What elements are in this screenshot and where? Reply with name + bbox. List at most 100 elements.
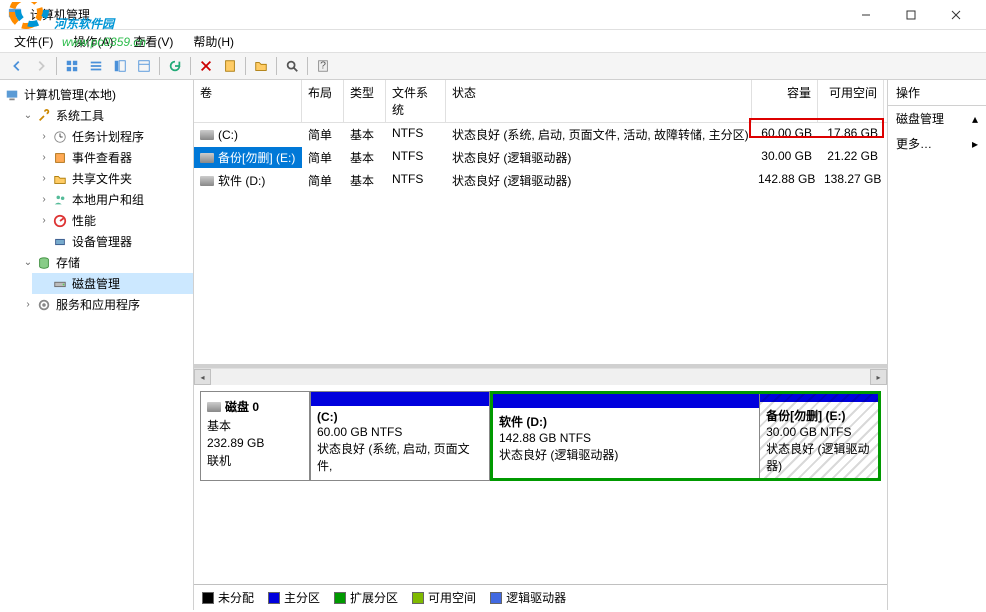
drive-icon <box>200 176 214 186</box>
tool-refresh[interactable] <box>164 55 186 77</box>
diskmgmt-icon <box>52 276 68 292</box>
tree-shared-folders[interactable]: ›共享文件夹 <box>32 168 193 189</box>
col-free[interactable]: 可用空间 <box>818 80 884 122</box>
computer-icon <box>4 87 20 103</box>
expand-toggle[interactable]: › <box>36 192 52 208</box>
disk-icon <box>207 402 221 412</box>
partition-status: 状态良好 (逻辑驱动器) <box>499 446 753 463</box>
volume-row[interactable]: (C:)简单基本NTFS状态良好 (系统, 启动, 页面文件, 活动, 故障转储… <box>194 123 887 146</box>
tree-services[interactable]: ›服务和应用程序 <box>16 294 193 315</box>
tree-event-viewer[interactable]: ›事件查看器 <box>32 147 193 168</box>
col-status[interactable]: 状态 <box>446 80 752 122</box>
tree-storage[interactable]: ⌄ 存储 <box>16 252 193 273</box>
partition-title: 软件 (D:) <box>499 413 753 430</box>
clock-icon <box>52 129 68 145</box>
tree-task-scheduler[interactable]: ›任务计划程序 <box>32 126 193 147</box>
col-capacity[interactable]: 容量 <box>752 80 818 122</box>
menu-view[interactable]: 查看(V) <box>127 31 179 52</box>
legend-logical: 逻辑驱动器 <box>490 589 566 606</box>
actions-more[interactable]: 更多…▸ <box>888 131 986 156</box>
volume-fs: NTFS <box>386 170 446 191</box>
drive-icon <box>200 130 214 140</box>
partition-c[interactable]: (C:) 60.00 GB NTFS 状态良好 (系统, 启动, 页面文件, <box>311 406 489 480</box>
tool-delete[interactable] <box>195 55 217 77</box>
actions-diskmgmt[interactable]: 磁盘管理▴ <box>888 106 986 131</box>
partition-size: 142.88 GB NTFS <box>499 431 753 445</box>
volume-row[interactable]: 软件 (D:)简单基本NTFS状态良好 (逻辑驱动器)142.88 GB138.… <box>194 169 887 192</box>
legend: 未分配 主分区 扩展分区 可用空间 逻辑驱动器 <box>194 584 887 610</box>
expand-toggle[interactable]: › <box>36 129 52 145</box>
toolbar: ? <box>0 52 986 80</box>
tool-view3[interactable] <box>109 55 131 77</box>
tree-disk-management[interactable]: ›磁盘管理 <box>32 273 193 294</box>
storage-icon <box>36 255 52 271</box>
expand-toggle[interactable]: › <box>36 171 52 187</box>
tool-open[interactable] <box>250 55 272 77</box>
tools-icon <box>36 108 52 124</box>
minimize-button[interactable] <box>843 0 888 29</box>
tool-view2[interactable] <box>85 55 107 77</box>
volume-layout: 简单 <box>302 147 344 168</box>
app-icon <box>8 7 24 23</box>
device-icon <box>52 234 68 250</box>
col-fs[interactable]: 文件系统 <box>386 80 446 122</box>
maximize-button[interactable] <box>888 0 933 29</box>
volume-list-header: 卷 布局 类型 文件系统 状态 容量 可用空间 <box>194 80 887 123</box>
tool-properties[interactable] <box>219 55 241 77</box>
col-volume[interactable]: 卷 <box>194 80 302 122</box>
tree-local-users[interactable]: ›本地用户和组 <box>32 189 193 210</box>
volume-type: 基本 <box>344 147 386 168</box>
tool-help[interactable]: ? <box>312 55 334 77</box>
scroll-track[interactable] <box>211 369 870 385</box>
titlebar: 计算机管理 <box>0 0 986 30</box>
legend-unallocated: 未分配 <box>202 589 254 606</box>
back-button[interactable] <box>6 55 28 77</box>
tool-view4[interactable] <box>133 55 155 77</box>
volume-name: 软件 (D:) <box>218 172 265 189</box>
menu-help[interactable]: 帮助(H) <box>187 31 240 52</box>
tree-root[interactable]: 计算机管理(本地) <box>0 84 193 105</box>
disk-size: 232.89 GB <box>207 436 303 450</box>
volume-status: 状态良好 (系统, 启动, 页面文件, 活动, 故障转储, 主分区) <box>446 124 752 145</box>
users-icon <box>52 192 68 208</box>
disk-row[interactable]: 磁盘 0 基本 232.89 GB 联机 (C:) 60.00 GB NTFS … <box>200 391 881 481</box>
volume-row[interactable]: 备份[勿删] (E:)简单基本NTFS状态良好 (逻辑驱动器)30.00 GB2… <box>194 146 887 169</box>
tree-performance[interactable]: ›性能 <box>32 210 193 231</box>
tree-system-tools[interactable]: ⌄ 系统工具 <box>16 105 193 126</box>
volume-free: 138.27 GB <box>818 170 884 191</box>
partition-d[interactable]: 软件 (D:) 142.88 GB NTFS 状态良好 (逻辑驱动器) <box>493 394 760 478</box>
menubar: 文件(F) 操作(A) 查看(V) 帮助(H) <box>0 30 986 52</box>
collapse-toggle[interactable]: ⌄ <box>20 108 36 124</box>
close-button[interactable] <box>933 0 978 29</box>
scroll-left-button[interactable]: ◂ <box>194 369 211 385</box>
disk-graphic-panel[interactable]: 磁盘 0 基本 232.89 GB 联机 (C:) 60.00 GB NTFS … <box>194 385 887 584</box>
partition-size: 60.00 GB NTFS <box>317 425 483 439</box>
partition-header <box>493 394 759 408</box>
disk-info[interactable]: 磁盘 0 基本 232.89 GB 联机 <box>200 391 310 481</box>
volume-name: 备份[勿删] (E:) <box>218 149 295 166</box>
volume-status: 状态良好 (逻辑驱动器) <box>446 170 752 191</box>
col-layout[interactable]: 布局 <box>302 80 344 122</box>
volume-list[interactable]: 卷 布局 类型 文件系统 状态 容量 可用空间 (C:)简单基本NTFS状态良好… <box>194 80 887 368</box>
chevron-right-icon: ▸ <box>972 137 978 151</box>
col-type[interactable]: 类型 <box>344 80 386 122</box>
collapse-toggle[interactable]: ⌄ <box>20 255 36 271</box>
volume-capacity: 60.00 GB <box>752 124 818 145</box>
expand-toggle[interactable]: › <box>20 297 36 313</box>
nav-tree[interactable]: 计算机管理(本地) ⌄ 系统工具 ›任务计划程序 ›事件查看器 ›共享文件夹 ›… <box>0 80 194 610</box>
menu-file[interactable]: 文件(F) <box>8 31 59 52</box>
tree-device-manager[interactable]: ›设备管理器 <box>32 231 193 252</box>
tool-find[interactable] <box>281 55 303 77</box>
forward-button[interactable] <box>30 55 52 77</box>
volume-free: 17.86 GB <box>818 124 884 145</box>
menu-action[interactable]: 操作(A) <box>67 31 119 52</box>
partition-e[interactable]: 备份[勿删] (E:) 30.00 GB NTFS 状态良好 (逻辑驱动器) <box>760 394 878 478</box>
expand-toggle[interactable]: › <box>36 213 52 229</box>
svg-text:?: ? <box>320 60 326 72</box>
tool-view1[interactable] <box>61 55 83 77</box>
center-panel: 卷 布局 类型 文件系统 状态 容量 可用空间 (C:)简单基本NTFS状态良好… <box>194 80 888 610</box>
scroll-right-button[interactable]: ▸ <box>870 369 887 385</box>
expand-toggle[interactable]: › <box>36 150 52 166</box>
drive-icon <box>200 153 214 163</box>
horizontal-scrollbar[interactable]: ◂ ▸ <box>194 368 887 385</box>
